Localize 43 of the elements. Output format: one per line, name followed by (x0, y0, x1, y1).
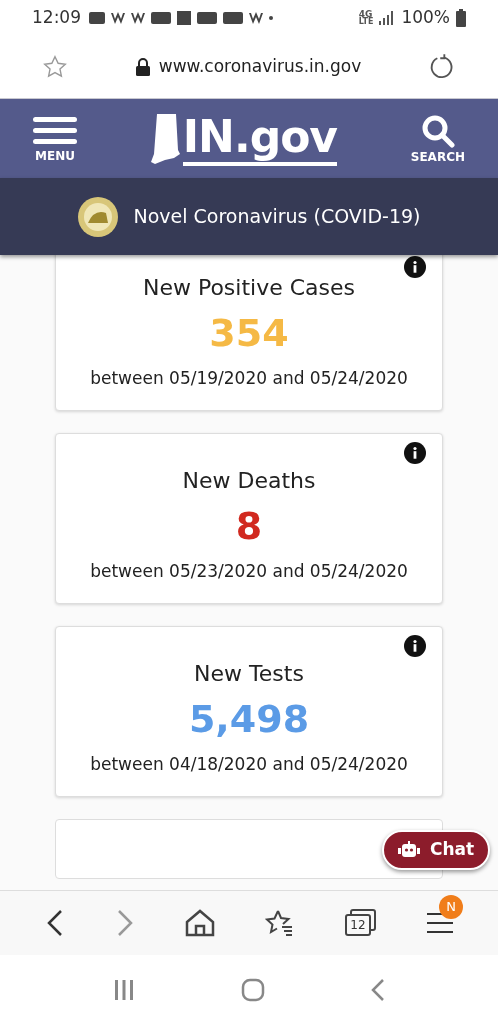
status-time: 12:09 (32, 6, 81, 30)
wave-icon (131, 12, 145, 24)
lock-icon (134, 58, 151, 76)
search-button[interactable]: SEARCH (410, 113, 465, 164)
card-title: New Deaths (182, 467, 316, 495)
info-icon[interactable] (404, 256, 426, 278)
logo-text: IN.gov (182, 111, 338, 166)
banner-title: Novel Coronavirus (COVID-19) (133, 204, 421, 230)
battery-icon (456, 9, 466, 27)
state-outline-icon (150, 113, 181, 164)
notification-badge: N (439, 895, 463, 919)
robot-icon (398, 841, 420, 859)
bookmarks-icon[interactable] (265, 909, 295, 937)
search-icon (420, 113, 455, 148)
menu-icon (33, 114, 77, 147)
battery-level: 100% (401, 6, 450, 30)
menu-button[interactable]: MENU (33, 114, 77, 163)
chat-button[interactable]: Chat (382, 830, 491, 870)
home-icon[interactable] (185, 909, 215, 937)
wave-icon (111, 12, 125, 24)
card-title: New Tests (194, 660, 304, 688)
star-icon[interactable] (42, 54, 68, 80)
signal-icon (379, 11, 396, 25)
back-icon[interactable] (45, 908, 65, 938)
stat-value: 354 (209, 310, 289, 357)
state-seal-icon (77, 196, 118, 237)
menu-icon[interactable] (427, 911, 453, 935)
network-type: 4G LTE (358, 10, 374, 26)
forward-icon[interactable] (115, 908, 135, 938)
dot-icon (269, 16, 273, 20)
stat-value: 8 (235, 503, 263, 550)
card-title: New Positive Cases (142, 274, 356, 302)
info-icon[interactable] (404, 635, 426, 657)
recent-apps-icon[interactable] (113, 979, 135, 1000)
date-range: between 05/23/2020 and 05/24/2020 (90, 560, 408, 583)
site-logo[interactable]: IN.gov (77, 111, 411, 166)
date-range: between 05/19/2020 and 05/24/2020 (90, 367, 408, 390)
url-text[interactable]: www.coronavirus.in.gov (158, 54, 362, 80)
date-range: between 04/18/2020 and 05/24/2020 (90, 753, 408, 776)
home-button-icon[interactable] (241, 977, 265, 1002)
info-icon[interactable] (404, 442, 426, 464)
wave-icon (249, 12, 263, 24)
stat-value: 5,498 (188, 696, 310, 743)
